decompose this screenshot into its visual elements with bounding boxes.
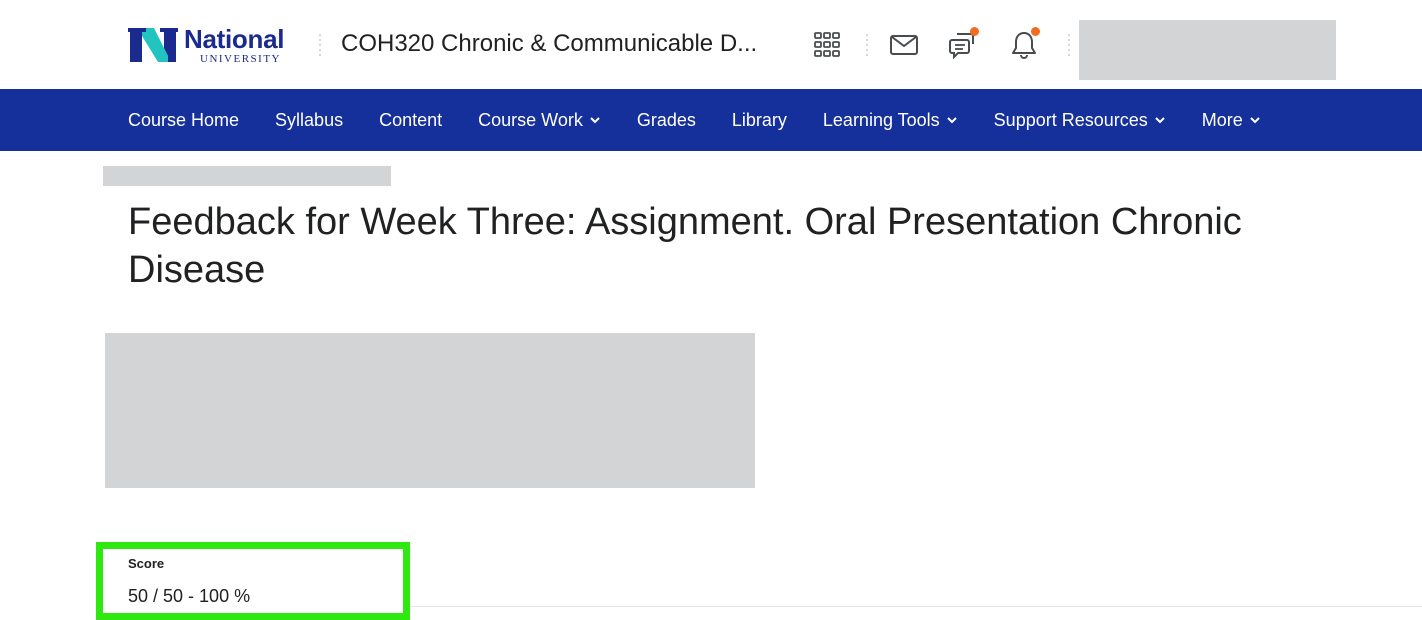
mail-icon bbox=[890, 35, 918, 55]
nav-item-label: Learning Tools bbox=[822, 109, 940, 130]
apps-grid-icon bbox=[814, 32, 840, 57]
nav-items: Course Home Syllabus Content Course Work Gra… bbox=[110, 89, 1279, 151]
top-header: National UNIVERSITY COH320 Chronic & Com… bbox=[0, 0, 1422, 89]
nav-item-syllabus[interactable]: Syllabus bbox=[257, 89, 361, 151]
nav-item-library[interactable]: Library bbox=[714, 89, 805, 151]
chevron-down-icon bbox=[1155, 117, 1165, 124]
nav-item-label: Library bbox=[731, 109, 787, 130]
nav-item-label: Course Home bbox=[128, 109, 240, 130]
user-profile-redacted[interactable] bbox=[1079, 20, 1336, 80]
nav-item-label: More bbox=[1201, 109, 1243, 130]
nu-logo-mark-icon bbox=[128, 28, 178, 62]
course-title[interactable]: COH320 Chronic & Communicable D... bbox=[341, 30, 757, 58]
chevron-down-icon bbox=[946, 117, 957, 124]
score-section: Score 50 / 50 - 100 % bbox=[96, 542, 410, 620]
page-title: Feedback for Week Three: Assignment. Ora… bbox=[128, 201, 1242, 291]
messages-badge bbox=[970, 27, 979, 36]
divider bbox=[1068, 34, 1071, 56]
nav-item-course-work[interactable]: Course Work bbox=[460, 89, 619, 151]
nav-item-label: Syllabus bbox=[275, 109, 344, 130]
nav-item-content[interactable]: Content bbox=[361, 89, 460, 151]
logo-subtitle: UNIVERSITY bbox=[200, 52, 281, 65]
nav-item-support-resources[interactable]: Support Resources bbox=[976, 89, 1184, 151]
score-label: Score bbox=[128, 556, 165, 571]
nav-item-learning-tools[interactable]: Learning Tools bbox=[805, 89, 976, 151]
messages-button[interactable] bbox=[944, 26, 982, 64]
notifications-badge bbox=[1031, 27, 1040, 36]
nav-item-label: Content bbox=[379, 109, 443, 130]
logo-name: National bbox=[184, 23, 285, 54]
chevron-down-icon bbox=[1250, 117, 1260, 124]
divider bbox=[410, 606, 1422, 607]
notifications-button[interactable] bbox=[1005, 26, 1043, 64]
email-button[interactable] bbox=[885, 26, 923, 64]
nav-item-course-home[interactable]: Course Home bbox=[110, 89, 257, 151]
nav-item-label: Support Resources bbox=[993, 109, 1148, 130]
course-selector-button[interactable] bbox=[808, 26, 846, 64]
chevron-down-icon bbox=[590, 117, 600, 124]
nav-item-label: Grades bbox=[636, 109, 696, 130]
divider bbox=[319, 34, 322, 56]
divider bbox=[866, 34, 869, 56]
nav-item-grades[interactable]: Grades bbox=[619, 89, 714, 151]
feedback-content-redacted bbox=[105, 333, 755, 488]
national-university-logo[interactable]: National UNIVERSITY bbox=[128, 24, 300, 66]
course-navbar: Course Home Syllabus Content Course Work Gra… bbox=[0, 89, 1422, 151]
nav-item-more[interactable]: More bbox=[1184, 89, 1279, 151]
breadcrumb-redacted[interactable] bbox=[103, 166, 391, 186]
nav-item-label: Course Work bbox=[478, 109, 583, 130]
score-value: 50 / 50 - 100 % bbox=[128, 586, 251, 606]
